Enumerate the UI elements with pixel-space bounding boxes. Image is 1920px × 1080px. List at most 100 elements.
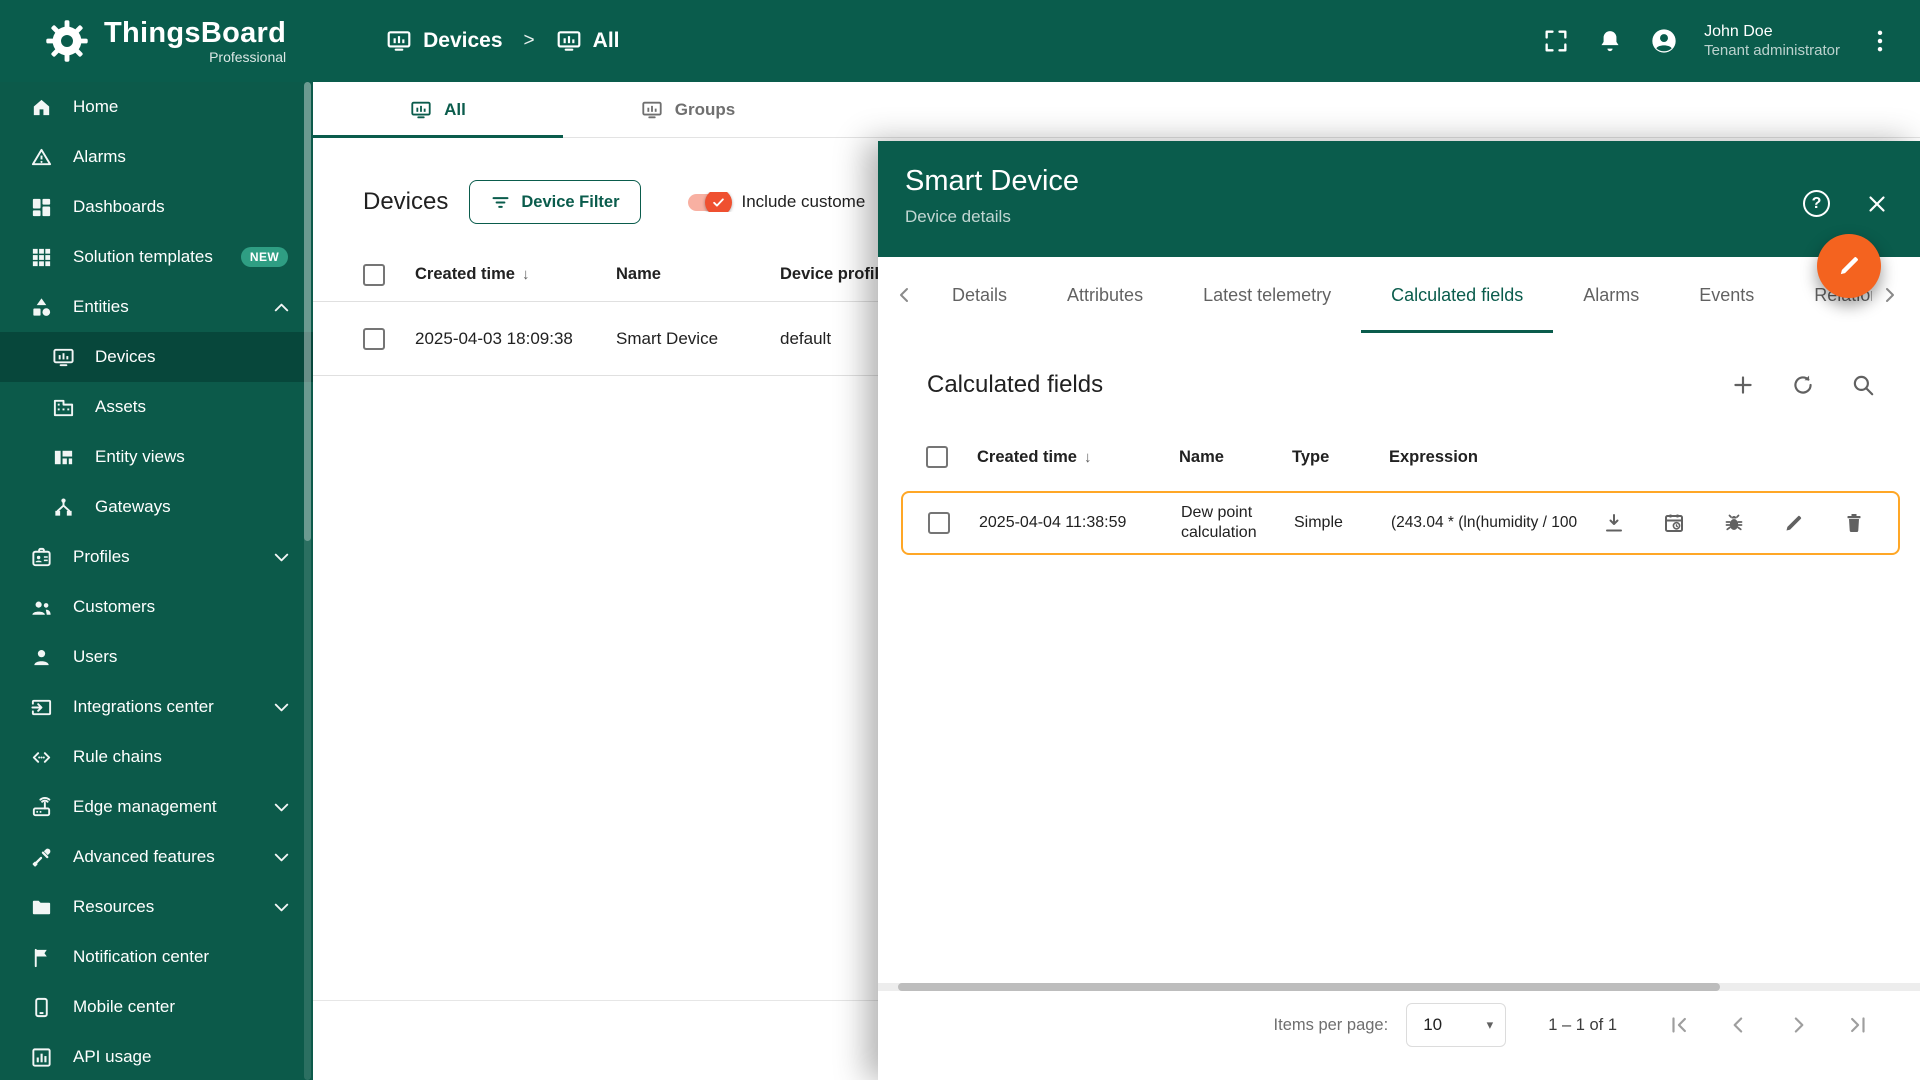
breadcrumb: Devices > All: [386, 28, 620, 54]
sidebar-item-api-usage[interactable]: API usage: [0, 1032, 313, 1080]
sidebar-item-label: Rule chains: [73, 747, 162, 766]
notifications-bell-icon[interactable]: [1596, 27, 1624, 55]
help-icon[interactable]: ?: [1803, 190, 1830, 217]
device-details-panel: Smart Device Device details ? Details At…: [878, 141, 1920, 1080]
debug-events-icon[interactable]: [1662, 511, 1686, 535]
fullscreen-icon[interactable]: [1542, 27, 1570, 55]
tab-latest-telemetry[interactable]: Latest telemetry: [1173, 257, 1361, 333]
breadcrumb-all[interactable]: All: [556, 28, 620, 54]
avatar[interactable]: [1650, 27, 1678, 55]
tab-details[interactable]: Details: [922, 257, 1037, 333]
row-checkbox[interactable]: [363, 327, 385, 350]
row-checkbox[interactable]: [928, 512, 950, 534]
edit-pencil-icon[interactable]: [1782, 511, 1806, 535]
column-header-name[interactable]: Name: [616, 265, 780, 284]
tab-events[interactable]: Events: [1669, 257, 1784, 333]
first-page-icon[interactable]: [1667, 1012, 1693, 1038]
tabs-scroll-left-icon[interactable]: [888, 283, 922, 307]
tabs-scroll-right-icon[interactable]: [1872, 283, 1906, 307]
sidebar-item-solution-templates[interactable]: Solution templates NEW: [0, 232, 313, 282]
sidebar-item-label: Home: [73, 97, 119, 116]
sidebar-item-label: Customers: [73, 597, 156, 616]
user-name: John Doe: [1704, 22, 1773, 40]
sidebar-item-assets[interactable]: Assets: [0, 382, 313, 432]
sidebar-item-resources[interactable]: Resources: [0, 882, 313, 932]
edit-fab-button[interactable]: [1817, 234, 1881, 298]
chevron-up-icon: [270, 296, 293, 319]
tab-attributes[interactable]: Attributes: [1037, 257, 1173, 333]
sidebar-item-notification-center[interactable]: Notification center: [0, 932, 313, 982]
horizontal-scrollbar-thumb[interactable]: [898, 983, 1720, 991]
calculated-fields-table-header: Created time ↓ Name Type Expression: [878, 429, 1920, 485]
page-title: Devices: [363, 188, 449, 215]
more-vert-icon[interactable]: [1866, 27, 1894, 55]
device-filter-button[interactable]: Device Filter: [469, 180, 641, 224]
api-usage-icon: [30, 1046, 53, 1069]
sidebar-item-profiles[interactable]: Profiles: [0, 532, 313, 582]
sidebar-item-label: Edge management: [73, 797, 217, 816]
sidebar-item-mobile-center[interactable]: Mobile center: [0, 982, 313, 1032]
sidebar-item-entity-views[interactable]: Entity views: [0, 432, 313, 482]
devices-icon: [386, 28, 412, 54]
groups-icon: [641, 99, 663, 121]
tab-groups[interactable]: Groups: [563, 82, 813, 137]
sidebar-item-label: Entity views: [95, 447, 185, 466]
tab-alarms[interactable]: Alarms: [1553, 257, 1669, 333]
column-header-name[interactable]: Name: [1179, 448, 1292, 467]
sidebar-item-advanced-features[interactable]: Advanced features: [0, 832, 313, 882]
sidebar-item-rule-chains[interactable]: Rule chains: [0, 732, 313, 782]
alarm-warning-icon: [30, 146, 53, 169]
sidebar-item-users[interactable]: Users: [0, 632, 313, 682]
previous-page-icon[interactable]: [1726, 1012, 1752, 1038]
sidebar-item-entities[interactable]: Entities: [0, 282, 313, 332]
thingsboard-logo[interactable]: ThingsBoard Professional: [44, 18, 286, 65]
items-per-page-select[interactable]: 10 ▾: [1406, 1003, 1507, 1047]
sidebar-item-customers[interactable]: Customers: [0, 582, 313, 632]
refresh-icon[interactable]: [1790, 372, 1816, 398]
breadcrumb-all-label: All: [592, 29, 620, 52]
calculated-field-row[interactable]: 2025-04-04 11:38:59 Dew point calculatio…: [901, 491, 1900, 555]
device-filter-label: Device Filter: [521, 192, 620, 211]
last-page-icon[interactable]: [1844, 1012, 1870, 1038]
debug-bug-icon[interactable]: [1722, 511, 1746, 535]
sidebar-item-dashboards[interactable]: Dashboards: [0, 182, 313, 232]
column-header-created-time[interactable]: Created time ↓: [415, 265, 616, 284]
sidebar-item-edge-management[interactable]: Edge management: [0, 782, 313, 832]
export-download-icon[interactable]: [1602, 511, 1626, 535]
column-header-type[interactable]: Type: [1292, 448, 1389, 467]
devices-icon: [52, 346, 75, 369]
sidebar-item-home[interactable]: Home: [0, 82, 313, 132]
sidebar-item-alarms[interactable]: Alarms: [0, 132, 313, 182]
close-icon[interactable]: [1864, 191, 1890, 217]
column-header-expression[interactable]: Expression: [1389, 448, 1578, 467]
select-all-checkbox[interactable]: [363, 263, 385, 286]
home-icon: [30, 96, 53, 119]
tab-calculated-fields[interactable]: Calculated fields: [1361, 257, 1554, 333]
select-all-checkbox[interactable]: [926, 446, 948, 468]
users-icon: [30, 646, 53, 669]
resources-icon: [30, 896, 53, 919]
mobile-icon: [30, 996, 53, 1019]
devices-icon: [410, 99, 432, 121]
delete-trash-icon[interactable]: [1842, 511, 1866, 535]
tab-all[interactable]: All: [313, 82, 563, 138]
tab-groups-label: Groups: [674, 99, 736, 119]
rule-chains-icon: [30, 746, 53, 769]
column-header-created-time[interactable]: Created time ↓: [977, 448, 1179, 467]
sidebar-item-label: Profiles: [73, 547, 130, 566]
search-icon[interactable]: [1850, 372, 1876, 398]
sidebar-scrollbar-thumb[interactable]: [304, 82, 311, 542]
sidebar-item-gateways[interactable]: Gateways: [0, 482, 313, 532]
column-label: Created time: [415, 265, 515, 283]
cell-name: Dew point calculation: [1181, 504, 1257, 541]
sidebar-item-integrations-center[interactable]: Integrations center: [0, 682, 313, 732]
user-menu[interactable]: John Doe Tenant administrator: [1704, 22, 1840, 61]
include-customers-toggle[interactable]: [687, 192, 732, 212]
add-icon[interactable]: [1730, 372, 1756, 398]
sidebar-item-devices[interactable]: Devices: [0, 332, 313, 382]
breadcrumb-devices[interactable]: Devices: [386, 28, 503, 54]
cell-expression: (243.04 * (ln(humidity / 100: [1391, 514, 1578, 531]
profiles-icon: [30, 546, 53, 569]
next-page-icon[interactable]: [1785, 1012, 1811, 1038]
devices-icon: [556, 28, 582, 54]
